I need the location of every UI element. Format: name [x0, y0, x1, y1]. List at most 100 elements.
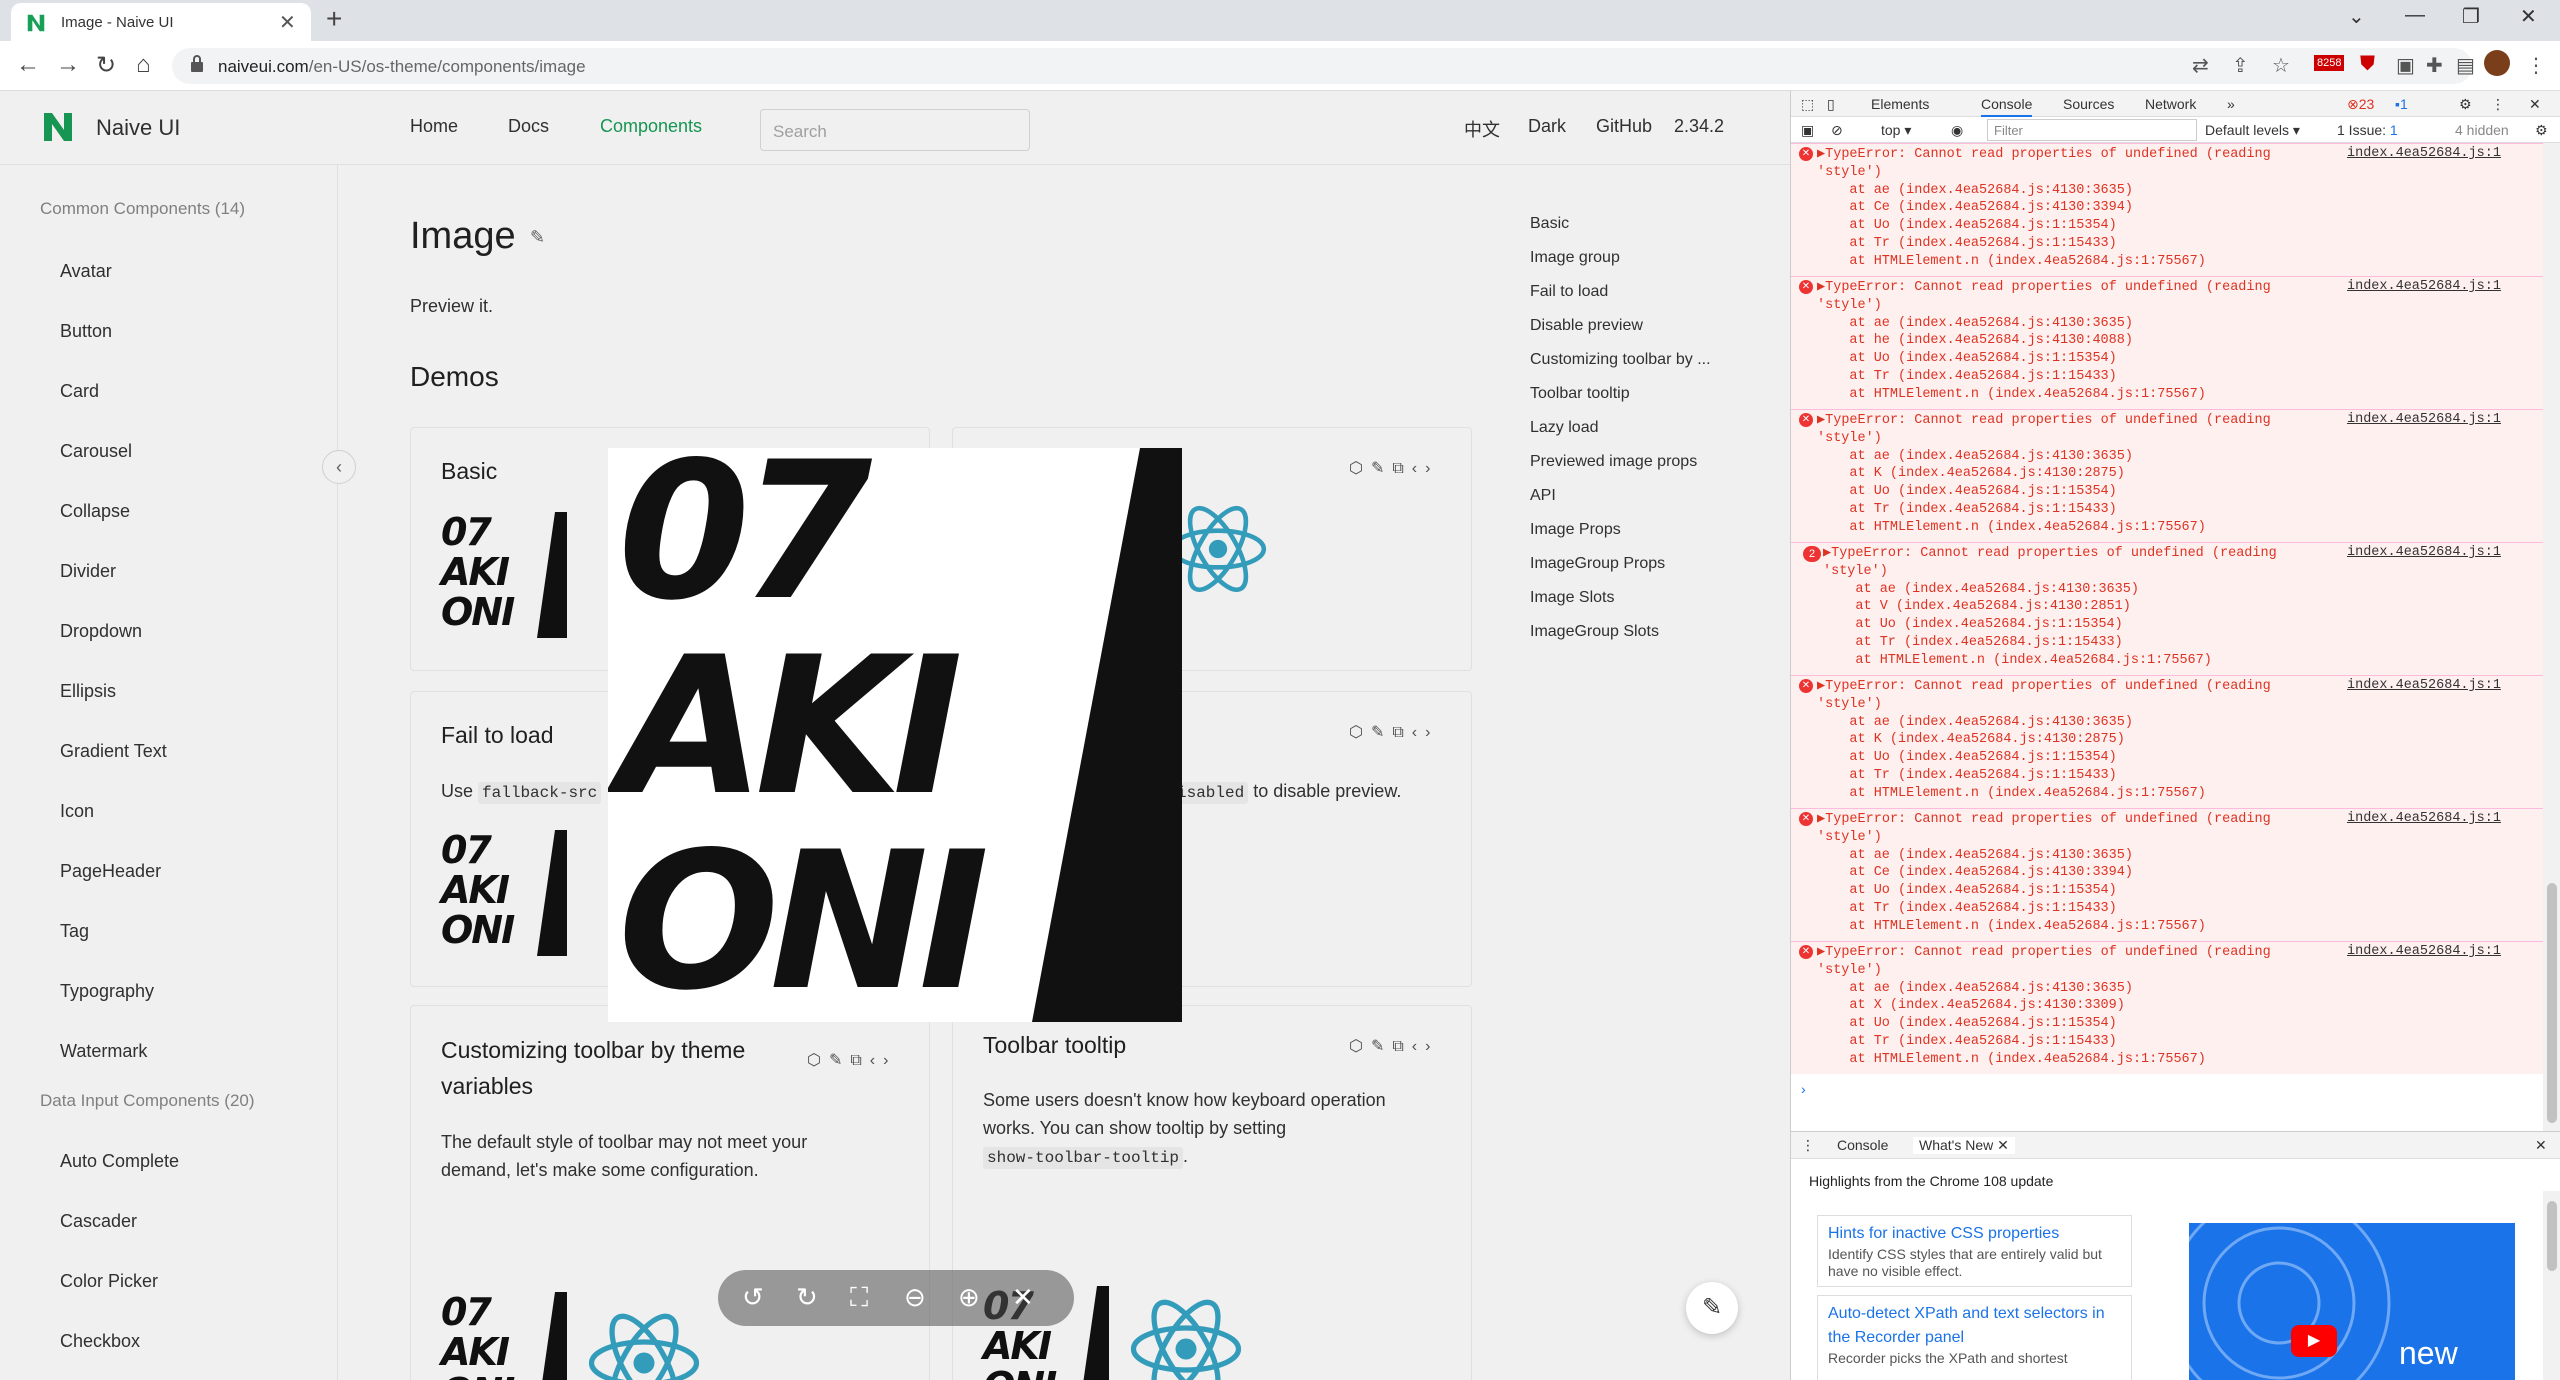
home-icon[interactable]: ⌂ — [136, 51, 151, 79]
youtube-play-icon[interactable]: ▶ — [2291, 1325, 2337, 1357]
tab-title: Image - Naive UI — [61, 14, 174, 31]
share-icon[interactable]: ⇪ — [2232, 53, 2249, 78]
scrollbar-thumb[interactable] — [2547, 1201, 2557, 1271]
tab-sources[interactable]: Sources — [2063, 96, 2114, 112]
more-tabs-icon[interactable]: » — [2227, 96, 2235, 112]
error-count: 23 — [2358, 96, 2375, 112]
whats-new-item[interactable]: Hints for inactive CSS properties Identi… — [1817, 1215, 2132, 1287]
console-error-entry[interactable]: 2 ▶TypeError: Cannot read properties of … — [1791, 542, 2543, 675]
console-error-entry[interactable]: ✕ ▶TypeError: Cannot read properties of … — [1791, 675, 2543, 808]
tab-search-icon[interactable]: ⌄ — [2348, 4, 2365, 29]
whats-new-title[interactable]: Auto-detect XPath and text selectors in … — [1828, 1302, 2121, 1350]
live-expression-eye-icon[interactable]: ◉ — [1951, 122, 1963, 139]
console-error-entry[interactable]: ✕ ▶TypeError: Cannot read properties of … — [1791, 941, 2543, 1074]
scrollbar-thumb[interactable] — [2547, 883, 2557, 1123]
address-bar[interactable]: naiveui.com/en-US/os-theme/components/im… — [172, 48, 2472, 84]
whats-new-item[interactable]: Auto-detect XPath and text selectors in … — [1817, 1295, 2132, 1380]
error-source-link[interactable]: index.4ea52684.js:1 — [2347, 944, 2501, 959]
preview-line-1: 07 — [618, 448, 872, 642]
message-count-badge[interactable]: ▪1 — [2395, 96, 2408, 112]
drawer-tab-whats-new[interactable]: What's New ✕ — [1913, 1137, 2015, 1154]
error-message: ▶TypeError: Cannot read properties of un… — [1817, 413, 2271, 535]
whats-new-video-thumbnail[interactable]: ▶ new — [2189, 1223, 2515, 1380]
console-error-entry[interactable]: ✕ ▶TypeError: Cannot read properties of … — [1791, 409, 2543, 542]
log-levels-select[interactable]: Default levels ▾ — [2205, 122, 2300, 139]
back-icon[interactable]: ← — [16, 51, 40, 79]
drawer-menu-icon[interactable]: ⋮ — [1801, 1137, 1815, 1154]
new-tab-button[interactable]: + — [326, 3, 342, 35]
error-source-link[interactable]: index.4ea52684.js:1 — [2347, 811, 2501, 826]
issues-count: 1 — [2389, 122, 2398, 138]
extension-icon[interactable]: ▣ — [2396, 53, 2415, 78]
error-message: ▶TypeError: Cannot read properties of un… — [1817, 280, 2271, 402]
reload-icon[interactable]: ↻ — [96, 51, 116, 80]
menu-kebab-icon[interactable]: ⋮ — [2526, 53, 2546, 78]
issues-label: 1 Issue: — [2337, 122, 2387, 138]
close-devtools-icon[interactable]: ✕ — [2529, 96, 2541, 113]
avatar[interactable] — [2484, 50, 2510, 76]
restore-button[interactable]: ❐ — [2462, 4, 2480, 29]
whats-new-desc: Recorder picks the XPath and shortest — [1828, 1350, 2068, 1366]
error-source-link[interactable]: index.4ea52684.js:1 — [2347, 412, 2501, 427]
devtools-menu-icon[interactable]: ⋮ — [2491, 96, 2505, 113]
side-panel-icon[interactable]: ▤ — [2456, 53, 2475, 78]
preview-image[interactable]: 07 AKI ONI — [608, 448, 1182, 1022]
close-tab-icon[interactable]: ✕ — [1997, 1137, 2009, 1153]
clear-console-icon[interactable]: ⊘ — [1831, 122, 1843, 139]
bookmark-star-icon[interactable]: ☆ — [2272, 53, 2290, 78]
tab-console[interactable]: Console — [1981, 96, 2033, 117]
error-source-link[interactable]: index.4ea52684.js:1 — [2347, 279, 2501, 294]
error-source-link[interactable]: index.4ea52684.js:1 — [2347, 545, 2501, 560]
lock-icon — [191, 55, 203, 72]
browser-tab[interactable]: Image - Naive UI ✕ — [11, 3, 311, 41]
puzzle-icon[interactable]: ✚ — [2426, 53, 2443, 78]
close-drawer-icon[interactable]: ✕ — [2535, 1137, 2547, 1154]
preview-line-2: AKI — [618, 616, 963, 837]
issues-button[interactable]: 1 Issue: 1 — [2337, 122, 2398, 138]
inspect-icon[interactable]: ⬚ — [1801, 96, 1814, 113]
console-error-entry[interactable]: ✕ ▶TypeError: Cannot read properties of … — [1791, 808, 2543, 941]
console-filter-input[interactable]: Filter — [1987, 119, 2197, 141]
console-error-entry[interactable]: ✕ ▶TypeError: Cannot read properties of … — [1791, 143, 2543, 276]
zoom-out-icon[interactable]: ⊖ — [904, 1282, 926, 1313]
error-message: ▶TypeError: Cannot read properties of un… — [1823, 546, 2277, 668]
close-window-button[interactable]: ✕ — [2520, 4, 2537, 29]
naive-ui-favicon — [27, 14, 45, 32]
console-settings-icon[interactable]: ⚙ — [2535, 122, 2548, 139]
sidebar-toggle-icon[interactable]: ▣ — [1801, 122, 1814, 139]
whats-new-scrollbar[interactable] — [2543, 1191, 2560, 1380]
rotate-left-icon[interactable]: ↺ — [742, 1282, 764, 1313]
error-source-link[interactable]: index.4ea52684.js:1 — [2347, 678, 2501, 693]
whats-new-title[interactable]: Hints for inactive CSS properties — [1828, 1222, 2121, 1246]
settings-gear-icon[interactable]: ⚙ — [2459, 96, 2472, 113]
context-select[interactable]: top ▾ — [1881, 122, 1911, 139]
forward-icon[interactable]: → — [56, 51, 80, 79]
console-toolbar: ▣ ⊘ top ▾ ◉ Filter Default levels ▾ 1 Is… — [1791, 117, 2560, 143]
rotate-right-icon[interactable]: ↻ — [796, 1282, 818, 1313]
extension-badge[interactable]: 8258 — [2314, 55, 2345, 71]
web-page: Naive UI Home Docs Components Search 中文 … — [0, 91, 1790, 1380]
tab-network[interactable]: Network — [2145, 96, 2196, 112]
translate-icon[interactable]: ⇄ — [2192, 53, 2209, 78]
theme-edit-button[interactable]: ✎ — [1686, 1282, 1738, 1334]
error-count-badge[interactable]: ⊗23 — [2347, 96, 2374, 113]
whats-new-heading: Highlights from the Chrome 108 update — [1809, 1173, 2054, 1189]
error-source-link[interactable]: index.4ea52684.js:1 — [2347, 146, 2501, 161]
devtools-tab-bar: ⬚ ▯ Elements Console Sources Network » ⊗… — [1791, 91, 2560, 117]
console-log: ✕ ▶TypeError: Cannot read properties of … — [1791, 143, 2543, 1143]
close-icon[interactable]: ✕ — [1012, 1282, 1034, 1313]
error-message: ▶TypeError: Cannot read properties of un… — [1817, 945, 2271, 1067]
preview-toolbar: ↺ ↻ ⛶ ⊖ ⊕ ✕ — [718, 1270, 1074, 1326]
drawer-tab-console[interactable]: Console — [1837, 1137, 1888, 1153]
error-icon: ✕ — [1799, 413, 1813, 427]
console-scrollbar[interactable] — [2543, 143, 2560, 1131]
console-prompt[interactable]: › — [1801, 1081, 1806, 1097]
zoom-in-icon[interactable]: ⊕ — [958, 1282, 980, 1313]
tab-close-icon[interactable]: ✕ — [279, 10, 296, 35]
device-toolbar-icon[interactable]: ▯ — [1827, 96, 1835, 113]
original-size-icon[interactable]: ⛶ — [850, 1282, 868, 1314]
minimize-button[interactable]: — — [2405, 4, 2425, 27]
console-error-entry[interactable]: ✕ ▶TypeError: Cannot read properties of … — [1791, 276, 2543, 409]
tab-elements[interactable]: Elements — [1871, 96, 1929, 112]
ublock-icon[interactable]: ⛊ — [2360, 53, 2375, 76]
